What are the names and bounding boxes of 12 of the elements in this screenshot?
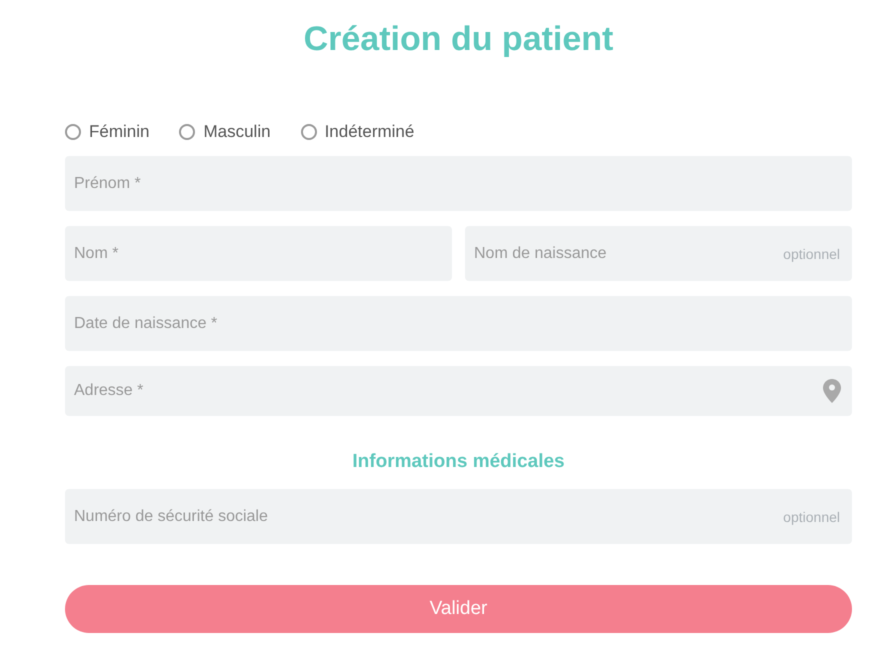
- gender-option[interactable]: Masculin: [179, 122, 271, 142]
- optional-hint: optionnel: [783, 508, 840, 524]
- gender-option[interactable]: Indéterminé: [300, 122, 414, 142]
- input-field[interactable]: Date de naissance *: [65, 296, 852, 351]
- input-field[interactable]: Nom *: [65, 226, 452, 281]
- optional-hint: optionnel: [783, 246, 840, 262]
- address-field[interactable]: Adresse *: [65, 366, 852, 416]
- page-title: Création du patient: [304, 19, 614, 60]
- gender-option[interactable]: Féminin: [65, 122, 150, 142]
- section-heading: Informations médicales: [352, 451, 565, 473]
- input-field[interactable]: Prénom *: [65, 156, 852, 211]
- location-pin-icon: [823, 379, 841, 403]
